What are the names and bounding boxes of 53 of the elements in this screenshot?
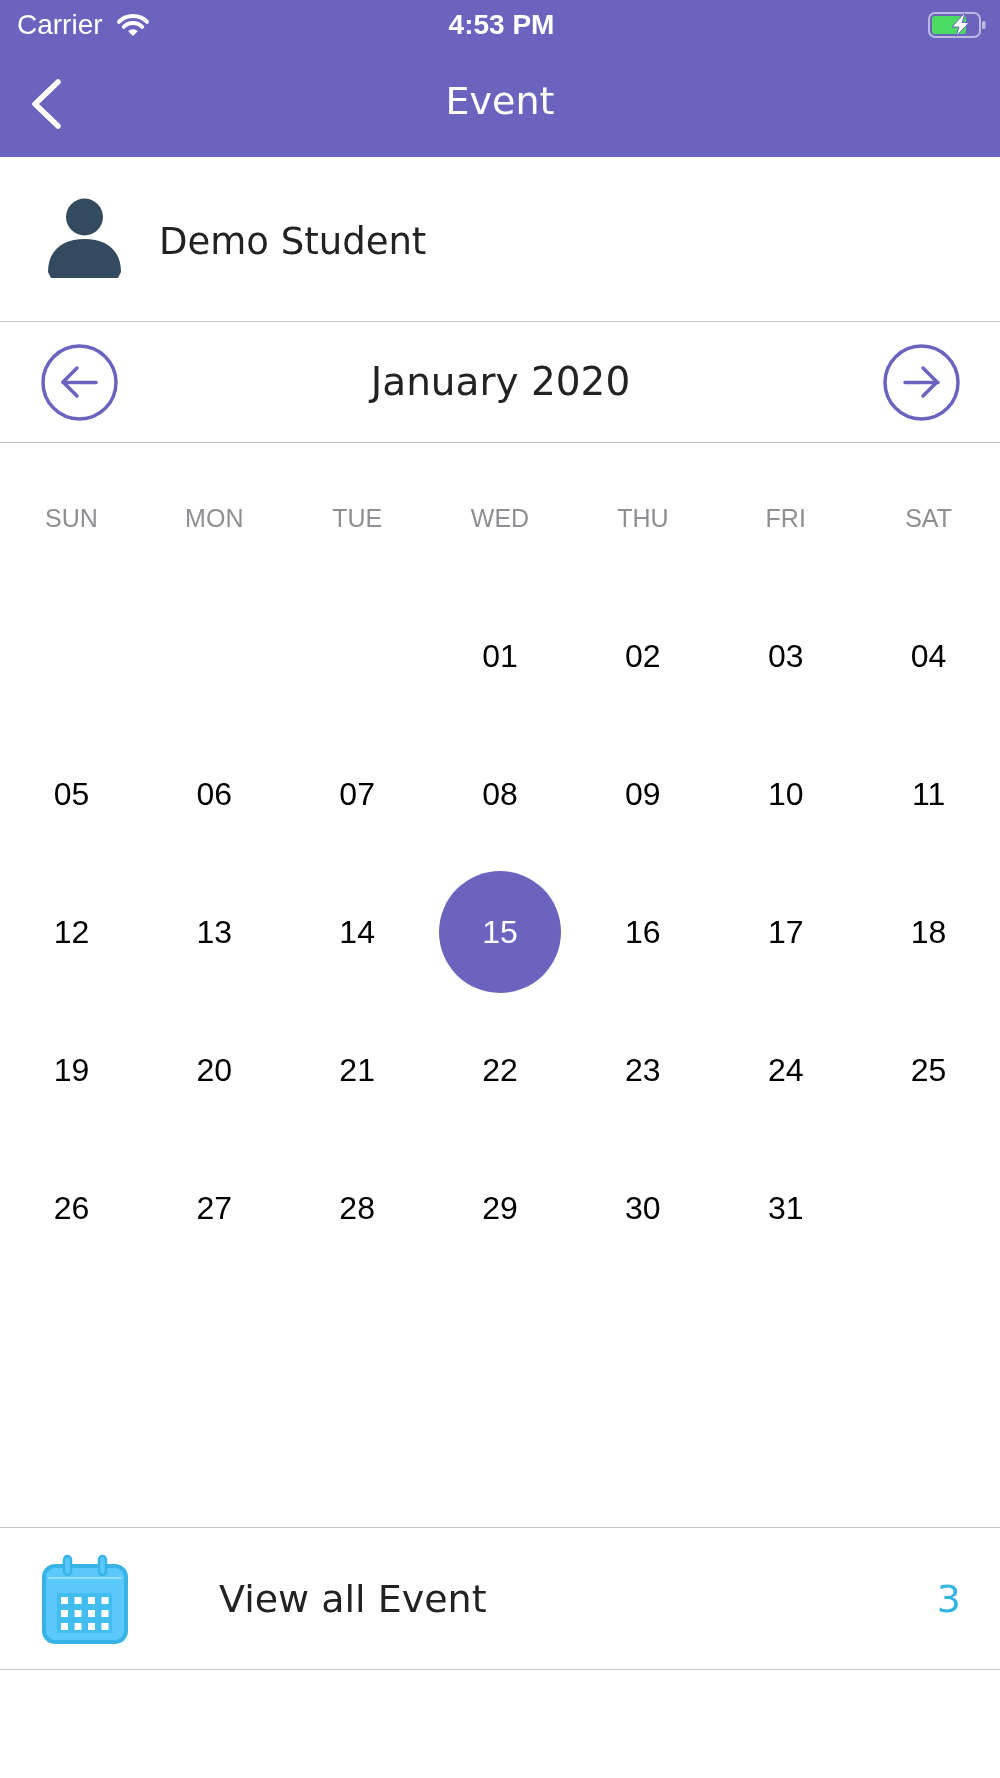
previous-month-button[interactable] xyxy=(41,343,118,421)
calendar-day[interactable]: 01 xyxy=(482,637,518,675)
calendar-day[interactable]: 30 xyxy=(625,1189,661,1227)
calendar-day[interactable]: 19 xyxy=(53,1051,90,1089)
calendar-day[interactable]: 20 xyxy=(196,1051,233,1089)
calendar-day[interactable]: 04 xyxy=(910,637,947,675)
battery-charging-icon xyxy=(928,12,986,38)
month-title: January 2020 xyxy=(370,359,631,405)
weekday-label: SAT xyxy=(905,503,952,533)
calendar-day[interactable]: 24 xyxy=(767,1051,804,1089)
calendar-day[interactable]: 06 xyxy=(196,775,233,813)
back-icon xyxy=(30,77,62,130)
calendar-day[interactable]: 26 xyxy=(53,1189,90,1227)
calendar-day[interactable]: 12 xyxy=(53,913,90,951)
student-name: Demo Student xyxy=(159,220,427,264)
calendar-day[interactable]: 25 xyxy=(910,1051,947,1089)
carrier-name: Carrier xyxy=(17,9,103,41)
calendar-day[interactable]: 07 xyxy=(339,775,375,813)
calendar-day[interactable]: 31 xyxy=(767,1189,804,1227)
calendar-day[interactable]: 29 xyxy=(482,1189,518,1227)
weekday-label: TUE xyxy=(332,503,383,533)
weekday-label: SUN xyxy=(45,503,98,533)
weekday-label: FRI xyxy=(765,503,806,533)
calendar-day[interactable]: 23 xyxy=(625,1051,661,1089)
calendar-day[interactable]: 11 xyxy=(911,775,946,813)
weekday-label: THU xyxy=(617,503,669,533)
weekday-label: WED xyxy=(470,503,530,533)
screen-title: Event xyxy=(445,77,555,124)
status-time: 4:53 PM xyxy=(448,9,555,40)
calendar-day[interactable]: 16 xyxy=(625,913,661,951)
calendar-day[interactable]: 18 xyxy=(910,913,947,951)
calendar-day[interactable]: 28 xyxy=(339,1189,375,1227)
calendar-icon xyxy=(41,1552,129,1645)
calendar-day[interactable]: 17 xyxy=(767,913,804,951)
calendar-day[interactable]: 09 xyxy=(625,775,661,813)
calendar-day[interactable]: 27 xyxy=(196,1189,233,1227)
back-button[interactable] xyxy=(30,77,62,130)
view-all-events-link[interactable]: View all Event xyxy=(219,1575,487,1622)
weekday-label: MON xyxy=(185,503,244,533)
calendar-day[interactable]: 08 xyxy=(482,775,518,813)
calendar-day[interactable]: 02 xyxy=(625,637,661,675)
calendar-day[interactable]: 05 xyxy=(53,775,90,813)
event-count: 3 xyxy=(936,1575,961,1622)
wifi-icon xyxy=(114,12,151,38)
avatar-icon xyxy=(48,198,121,278)
calendar-day[interactable]: 21 xyxy=(339,1051,375,1089)
calendar-day[interactable]: 22 xyxy=(482,1051,518,1089)
calendar-day[interactable]: 03 xyxy=(767,637,804,675)
calendar-day[interactable]: 13 xyxy=(196,913,233,951)
next-month-button[interactable] xyxy=(883,343,960,421)
calendar-day[interactable]: 10 xyxy=(767,775,804,813)
calendar-day[interactable]: 14 xyxy=(339,913,375,951)
calendar-day[interactable]: 15 xyxy=(439,871,561,993)
